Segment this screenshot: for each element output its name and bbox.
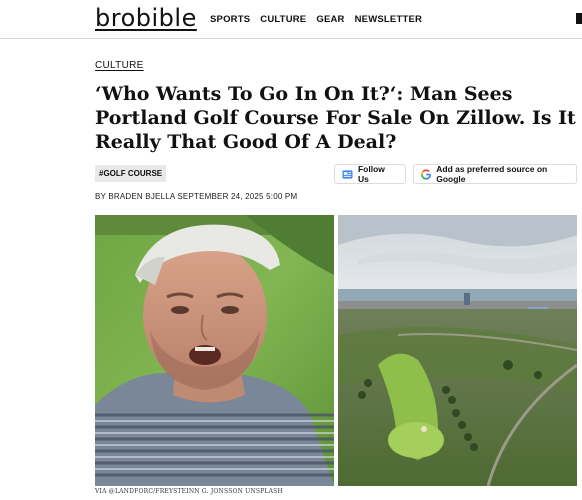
nav-gear[interactable]: GEAR (316, 14, 344, 25)
google-g-icon (421, 168, 432, 180)
follow-us-label: Follow Us (357, 164, 385, 184)
menu-edge-icon[interactable] (576, 13, 582, 24)
nav-culture[interactable]: CULTURE (260, 14, 306, 25)
aerial-golf-course-photo (338, 215, 577, 486)
news-icon (342, 169, 353, 179)
site-header: brobible SPORTS CULTURE GEAR NEWSLETTER (0, 0, 582, 39)
article-headline: ‘Who Wants To Go In On It?‘: Man Sees Po… (95, 83, 576, 153)
nav-sports[interactable]: SPORTS (210, 14, 250, 25)
preferred-source-button[interactable]: Add as preferred source on Google (413, 164, 577, 184)
nav-newsletter[interactable]: NEWSLETTER (355, 14, 422, 25)
byline: BY BRADEN BJELLA SEPTEMBER 24, 2025 5:00… (95, 192, 298, 201)
category-link[interactable]: CULTURE (95, 60, 144, 71)
site-logo[interactable]: brobible (95, 4, 197, 32)
follow-us-button[interactable]: Follow Us (334, 164, 406, 184)
preferred-source-label: Add as preferred source on Google (436, 164, 548, 184)
man-selfie-photo (95, 215, 334, 486)
tag-golf-course[interactable]: #GOLF COURSE (95, 165, 167, 182)
image-credit: VIA @LANDFORC/FREYSTEINN G. JONSSON UNSP… (95, 488, 283, 495)
main-nav: SPORTS CULTURE GEAR NEWSLETTER (210, 14, 422, 25)
